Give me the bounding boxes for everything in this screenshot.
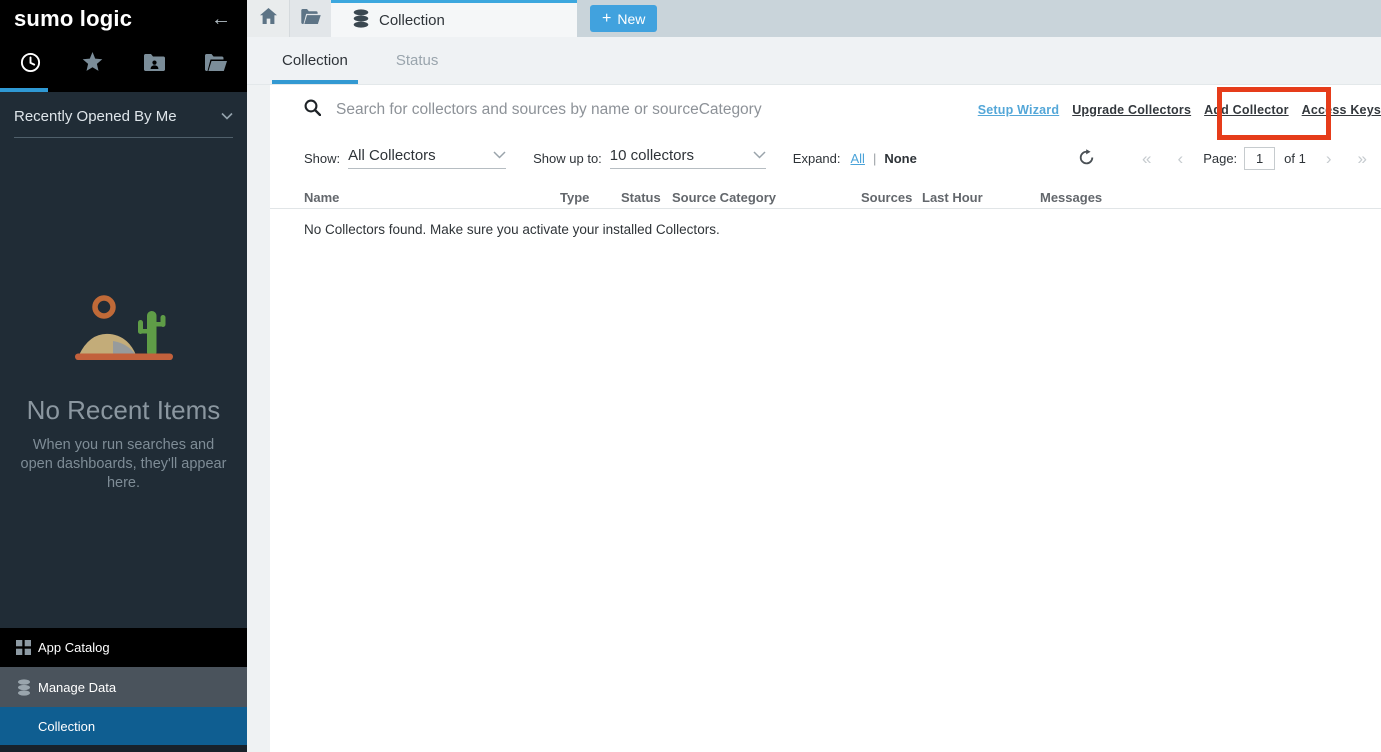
- tab-status[interactable]: Status: [388, 37, 447, 84]
- page-tabs: Collection Status: [247, 37, 1381, 85]
- access-keys-link[interactable]: Access Keys: [1302, 103, 1381, 117]
- expand-none-link[interactable]: None: [884, 151, 917, 166]
- column-header-source-category[interactable]: Source Category: [672, 190, 861, 205]
- window-tab-label: Collection: [379, 12, 445, 29]
- last-page-button[interactable]: »: [1358, 150, 1367, 167]
- column-header-messages[interactable]: Messages: [1040, 190, 1381, 205]
- sidebar-item-manage-data[interactable]: Manage Data: [0, 667, 247, 707]
- database-icon: [16, 679, 38, 696]
- sidebar-item-label: App Catalog: [38, 640, 110, 655]
- search-icon: [304, 99, 321, 121]
- no-recent-items-title: No Recent Items: [0, 395, 247, 426]
- page-total: of 1: [1284, 151, 1306, 166]
- show-filter-label: Show:: [304, 151, 340, 166]
- plus-icon: +: [602, 11, 611, 27]
- sidebar-bottom-menu: App Catalog Manage Data Collection: [0, 628, 247, 752]
- home-icon: [260, 8, 277, 29]
- setup-wizard-link[interactable]: Setup Wizard: [978, 103, 1059, 117]
- open-folder-icon: [301, 9, 321, 29]
- filter-row: Show: All Collectors Show up to: 10 coll…: [270, 141, 1381, 175]
- refresh-icon: [1079, 149, 1094, 168]
- refresh-button[interactable]: [1079, 149, 1094, 168]
- first-page-button[interactable]: «: [1142, 150, 1151, 167]
- prev-page-button[interactable]: ‹: [1178, 150, 1184, 167]
- tab-collection[interactable]: Collection: [272, 37, 358, 84]
- chevron-down-icon: [753, 147, 766, 162]
- shared-content-tab[interactable]: [124, 37, 186, 92]
- new-button-label: New: [617, 11, 645, 27]
- home-tab-button[interactable]: [247, 0, 289, 37]
- library-tab-button[interactable]: [289, 0, 331, 37]
- sumo-logic-logo: sumo logic: [14, 6, 132, 32]
- show-filter-dropdown[interactable]: All Collectors: [348, 147, 506, 169]
- collector-action-links: Setup Wizard Upgrade Collectors Add Coll…: [978, 103, 1381, 117]
- sidebar-icon-tabs: [0, 37, 247, 92]
- expand-divider: |: [873, 151, 876, 166]
- sidebar-empty-state: No Recent Items When you run searches an…: [0, 292, 247, 493]
- column-header-type[interactable]: Type: [560, 190, 621, 205]
- folder-person-icon: [144, 54, 165, 76]
- add-collector-link[interactable]: Add Collector: [1204, 103, 1289, 117]
- collection-window-tab[interactable]: Collection: [331, 0, 577, 37]
- upgrade-collectors-link[interactable]: Upgrade Collectors: [1072, 103, 1191, 117]
- empty-collectors-message: No Collectors found. Make sure you activ…: [270, 222, 1381, 237]
- search-input[interactable]: [336, 101, 966, 119]
- collection-icon: [352, 9, 370, 32]
- collapse-sidebar-button[interactable]: ←: [211, 9, 231, 29]
- show-up-to-dropdown[interactable]: 10 collectors: [610, 147, 766, 169]
- favorites-tab[interactable]: [62, 37, 124, 92]
- star-icon: [82, 52, 103, 77]
- recent-scope-dropdown[interactable]: Recently Opened By Me: [14, 107, 233, 138]
- chevron-down-icon: [493, 147, 506, 162]
- desert-illustration: [63, 353, 185, 370]
- top-tab-strip: Collection + New: [247, 0, 1381, 37]
- column-header-last-hour[interactable]: Last Hour: [922, 190, 1040, 205]
- library-tab[interactable]: [185, 37, 247, 92]
- sidebar-item-collection[interactable]: Collection: [0, 707, 247, 745]
- open-folder-icon: [205, 54, 227, 76]
- recent-scope-label: Recently Opened By Me: [14, 108, 177, 125]
- chevron-down-icon: [221, 107, 233, 125]
- column-header-sources[interactable]: Sources: [861, 190, 922, 205]
- column-header-name[interactable]: Name: [304, 190, 560, 205]
- show-filter-value: All Collectors: [348, 147, 436, 164]
- search-row: Setup Wizard Upgrade Collectors Add Coll…: [270, 85, 1381, 135]
- app-grid-icon: [16, 640, 38, 655]
- recent-items-tab[interactable]: [0, 37, 62, 92]
- sidebar-menu-footer: [0, 745, 247, 752]
- no-recent-items-caption: When you run searches and open dashboard…: [20, 436, 228, 493]
- sumo-logic-app: sumo logic ←: [0, 0, 1381, 752]
- page-number-input[interactable]: [1244, 147, 1275, 170]
- sidebar-item-app-catalog[interactable]: App Catalog: [0, 628, 247, 667]
- expand-label: Expand:: [793, 151, 841, 166]
- new-button[interactable]: + New: [590, 5, 657, 32]
- expand-all-link[interactable]: All: [851, 151, 865, 166]
- next-page-button[interactable]: ›: [1326, 150, 1332, 167]
- clock-icon: [20, 52, 41, 78]
- content-gutter: [247, 85, 270, 752]
- column-header-status[interactable]: Status: [621, 190, 672, 205]
- sidebar-item-label: Manage Data: [38, 680, 116, 695]
- collectors-table-header: Name Type Status Source Category Sources…: [270, 186, 1381, 209]
- collection-page: Setup Wizard Upgrade Collectors Add Coll…: [270, 85, 1381, 752]
- show-up-to-value: 10 collectors: [610, 147, 694, 164]
- sidebar-item-label: Collection: [38, 719, 95, 734]
- active-tab-indicator: [0, 88, 48, 92]
- sidebar: sumo logic ←: [0, 0, 247, 752]
- page-label: Page:: [1203, 151, 1237, 166]
- show-up-to-label: Show up to:: [533, 151, 602, 166]
- sidebar-header: sumo logic ←: [0, 0, 247, 37]
